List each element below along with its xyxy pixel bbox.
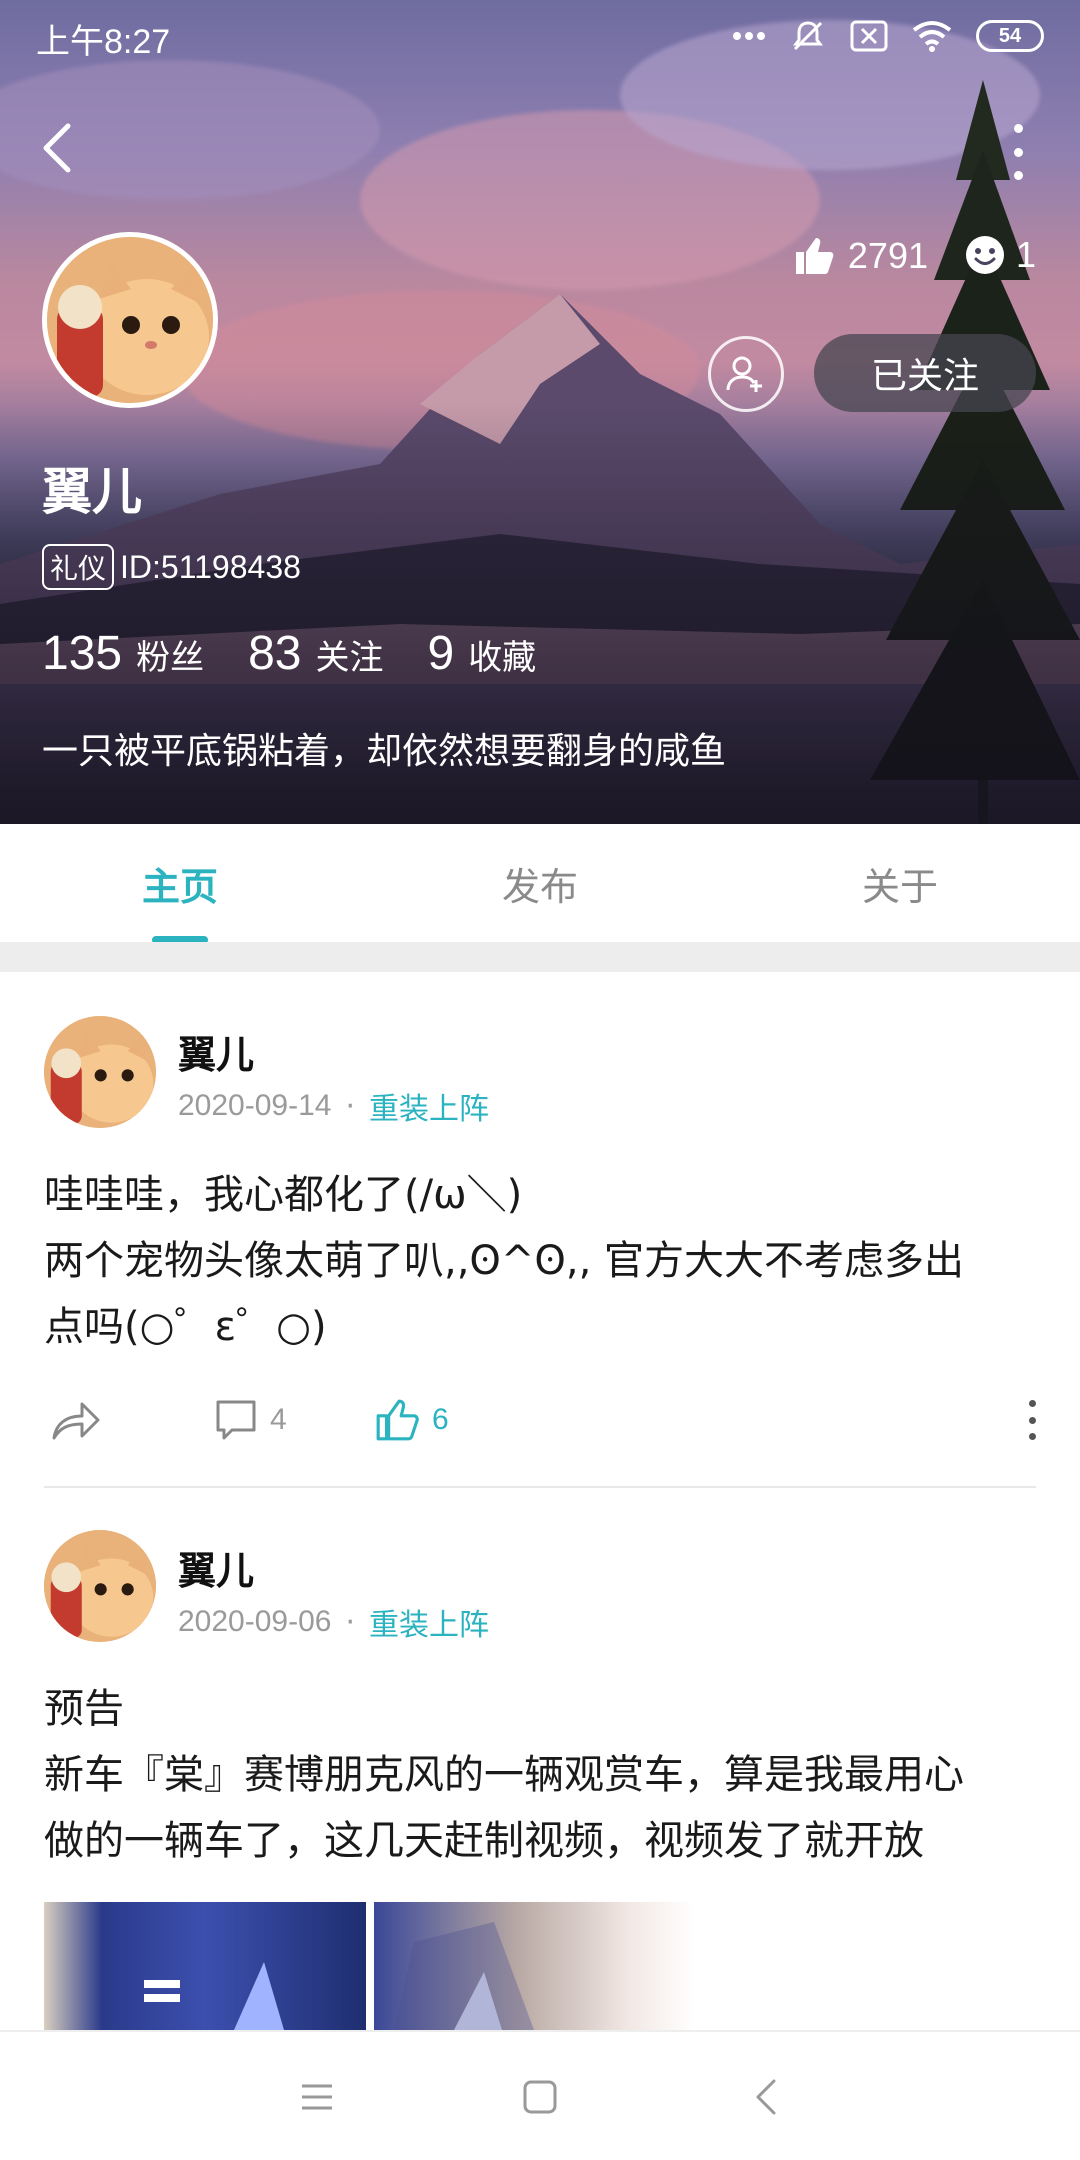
post-line: 新车『棠』赛博朋克风的一辆观赏车，算是我最用心 — [44, 1752, 964, 1798]
smile-icon — [965, 236, 1004, 274]
post-content[interactable]: 哇哇哇，我心都化了(/ω＼) 两个宠物头像太萌了叭,,ʘ^ʘ,, 官方大大不考虑… — [44, 1162, 1044, 1360]
post-meta: 2020-09-14 · 重装上阵 — [178, 1084, 489, 1128]
smile-stat: 1 — [964, 234, 1036, 276]
system-navigation-bar — [0, 2030, 1080, 2160]
comment-count: 4 — [270, 1403, 287, 1436]
comment-icon — [216, 1400, 256, 1440]
more-options-button[interactable] — [1006, 124, 1030, 180]
post-image[interactable] — [374, 1902, 694, 2030]
status-bar: 上午8:27 54 — [0, 0, 1080, 76]
more-dots-icon — [732, 18, 766, 54]
share-icon — [52, 1402, 100, 1440]
following-label: 关注 — [315, 638, 384, 678]
post-line: 哇哇哇，我心都化了(/ω＼) — [44, 1172, 523, 1218]
thumbs-up-icon — [376, 1399, 419, 1441]
tab-home[interactable]: 主页 — [0, 824, 360, 942]
post-tag[interactable]: 重装上阵 — [369, 1600, 489, 1644]
favorites-label: 收藏 — [468, 638, 537, 678]
post-date: 2020-09-06 — [178, 1605, 332, 1638]
smile-count: 1 — [1015, 234, 1036, 275]
fans-num: 135 — [42, 627, 123, 680]
id-row: 礼仪 ID:51198438 — [42, 544, 301, 590]
post-tag[interactable]: 重装上阵 — [369, 1084, 489, 1128]
username: 翼儿 — [42, 463, 142, 521]
following-num: 83 — [248, 627, 302, 680]
meta-dot: · — [345, 1088, 356, 1124]
fans-label: 粉丝 — [136, 638, 205, 678]
post-meta: 2020-09-06 · 重装上阵 — [178, 1600, 489, 1644]
post-avatar[interactable] — [44, 1530, 156, 1642]
add-friend-button[interactable] — [708, 336, 784, 412]
post-avatar[interactable] — [44, 1016, 156, 1128]
following-stat[interactable]: 83 关注 — [248, 626, 383, 681]
meta-dot: · — [345, 1604, 356, 1640]
post-line: 点吗(○゜ε゜○) — [44, 1304, 327, 1350]
likes-stat: 2791 — [792, 234, 928, 278]
post-line: 预告 — [44, 1686, 124, 1732]
badge: 礼仪 — [42, 544, 115, 590]
post-divider — [44, 1486, 1036, 1488]
nav-back-button[interactable] — [732, 2062, 802, 2132]
post-date: 2020-09-14 — [178, 1089, 332, 1122]
battery-indicator: 54 — [976, 20, 1044, 52]
post-line: 做的一辆车了，这几天赶制视频，视频发了就开放 — [44, 1818, 924, 1864]
fans-stat[interactable]: 135 粉丝 — [42, 626, 204, 681]
favorites-stat[interactable]: 9 收藏 — [427, 626, 536, 681]
square-icon — [523, 2080, 557, 2114]
menu-button[interactable] — [282, 2062, 352, 2132]
bio: 一只被平底锅粘着，却依然想要翻身的咸鱼 — [42, 731, 727, 772]
menu-icon — [302, 2084, 332, 2110]
comment-button[interactable]: 4 — [214, 1390, 287, 1450]
post-author[interactable]: 翼儿 — [178, 1024, 254, 1079]
likes-count: 2791 — [847, 235, 928, 276]
post-author[interactable]: 翼儿 — [178, 1540, 254, 1595]
like-count: 6 — [432, 1403, 449, 1436]
post-more-button[interactable] — [1026, 1400, 1038, 1440]
car-image-icon — [144, 1962, 284, 2030]
user-id: ID:51198438 — [120, 548, 301, 585]
follow-button[interactable]: 已关注 — [814, 334, 1036, 412]
post-line: 两个宠物头像太萌了叭,,ʘ^ʘ,, 官方大大不考虑多出 — [44, 1238, 965, 1284]
cat-avatar-icon — [47, 237, 213, 403]
cat-avatar-icon — [44, 1530, 156, 1642]
tab-about[interactable]: 关于 — [720, 824, 1080, 942]
avatar[interactable] — [42, 232, 218, 408]
sim-off-icon — [850, 18, 888, 54]
section-separator — [0, 942, 1080, 972]
post-images — [44, 1902, 694, 2030]
chevron-left-icon — [43, 123, 71, 173]
like-button[interactable]: 6 — [374, 1390, 449, 1450]
chevron-left-icon — [756, 2079, 776, 2115]
wifi-icon — [912, 18, 952, 54]
car-image-icon — [394, 1922, 534, 2030]
follow-stats: 135 粉丝 83 关注 9 收藏 — [42, 626, 536, 681]
status-icons: 54 — [732, 18, 1044, 54]
thumbs-up-icon — [795, 238, 834, 274]
status-time: 上午8:27 — [36, 23, 171, 61]
profile-tabs: 主页 发布 关于 — [0, 824, 1080, 942]
share-button[interactable] — [50, 1390, 102, 1450]
post-content[interactable]: 预告 新车『棠』赛博朋克风的一辆观赏车，算是我最用心 做的一辆车了，这几天赶制视… — [44, 1676, 1044, 1874]
home-button[interactable] — [505, 2062, 575, 2132]
back-button[interactable] — [36, 118, 96, 188]
mute-bell-icon — [790, 18, 826, 54]
cat-avatar-icon — [44, 1016, 156, 1128]
favorites-num: 9 — [427, 627, 455, 680]
add-user-icon — [726, 356, 762, 392]
post-actions: 4 6 — [44, 1390, 1044, 1450]
tab-posts[interactable]: 发布 — [360, 824, 720, 942]
profile-header: 上午8:27 54 2791 1 已关注 翼儿 礼仪 ID:51198438 1… — [0, 0, 1080, 824]
post-image[interactable] — [44, 1902, 366, 2030]
